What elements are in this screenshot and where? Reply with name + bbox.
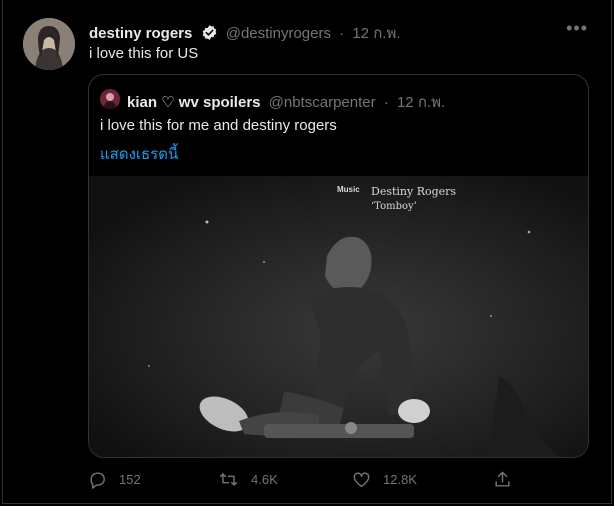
quoted-tweet[interactable]: kian ♡ wv spoilers @nbtscarpenter · 12 ก… xyxy=(88,74,589,458)
quoted-date: 12 ก.พ. xyxy=(396,94,446,111)
media-label-artist: Destiny Rogers xyxy=(371,185,457,198)
share-icon xyxy=(495,471,510,487)
author-name[interactable]: destiny rogers xyxy=(89,25,192,42)
retweet-icon xyxy=(219,473,238,486)
author-avatar[interactable] xyxy=(23,18,75,70)
like-count: 12.8K xyxy=(383,472,417,487)
verified-badge-icon xyxy=(201,24,218,45)
retweet-button[interactable]: 4.6K xyxy=(218,470,278,489)
tweet-text: i love this for US xyxy=(89,45,199,62)
author-handle[interactable]: @destinyrogers xyxy=(226,25,331,42)
media-image xyxy=(89,176,588,457)
retweet-count: 4.6K xyxy=(251,472,278,487)
quoted-text: i love this for me and destiny rogers xyxy=(100,117,337,134)
like-button[interactable]: 12.8K xyxy=(352,470,417,489)
header-separator: · xyxy=(339,25,345,42)
tweet-header: destiny rogers @destinyrogers · 12 ก.พ. xyxy=(89,21,401,45)
quoted-author-handle: @nbtscarpenter xyxy=(268,94,376,111)
show-thread-link[interactable]: แสดงเธรดนี้ xyxy=(100,142,178,166)
reply-icon xyxy=(90,472,105,489)
action-bar: 152 4.6K 12.8K xyxy=(88,470,588,490)
quoted-author-avatar xyxy=(100,89,120,109)
share-button[interactable] xyxy=(493,470,524,489)
quoted-header: kian ♡ wv spoilers @nbtscarpenter · 12 ก… xyxy=(127,90,445,114)
quoted-media-video[interactable]: Music Destiny Rogers ‘Tomboy’ xyxy=(89,176,588,457)
more-horizontal-icon[interactable]: ••• xyxy=(566,18,588,39)
heart-icon xyxy=(353,472,370,487)
media-label-small: Music xyxy=(337,185,360,194)
reply-button[interactable]: 152 xyxy=(88,470,141,489)
reply-count: 152 xyxy=(119,472,141,487)
avatar-image xyxy=(23,18,75,70)
quoted-avatar-image xyxy=(100,89,120,109)
quoted-separator: · xyxy=(383,94,389,111)
quoted-author-name: kian ♡ wv spoilers xyxy=(127,94,261,111)
media-label-title: ‘Tomboy’ xyxy=(371,201,417,212)
tweet-date[interactable]: 12 ก.พ. xyxy=(352,25,400,42)
